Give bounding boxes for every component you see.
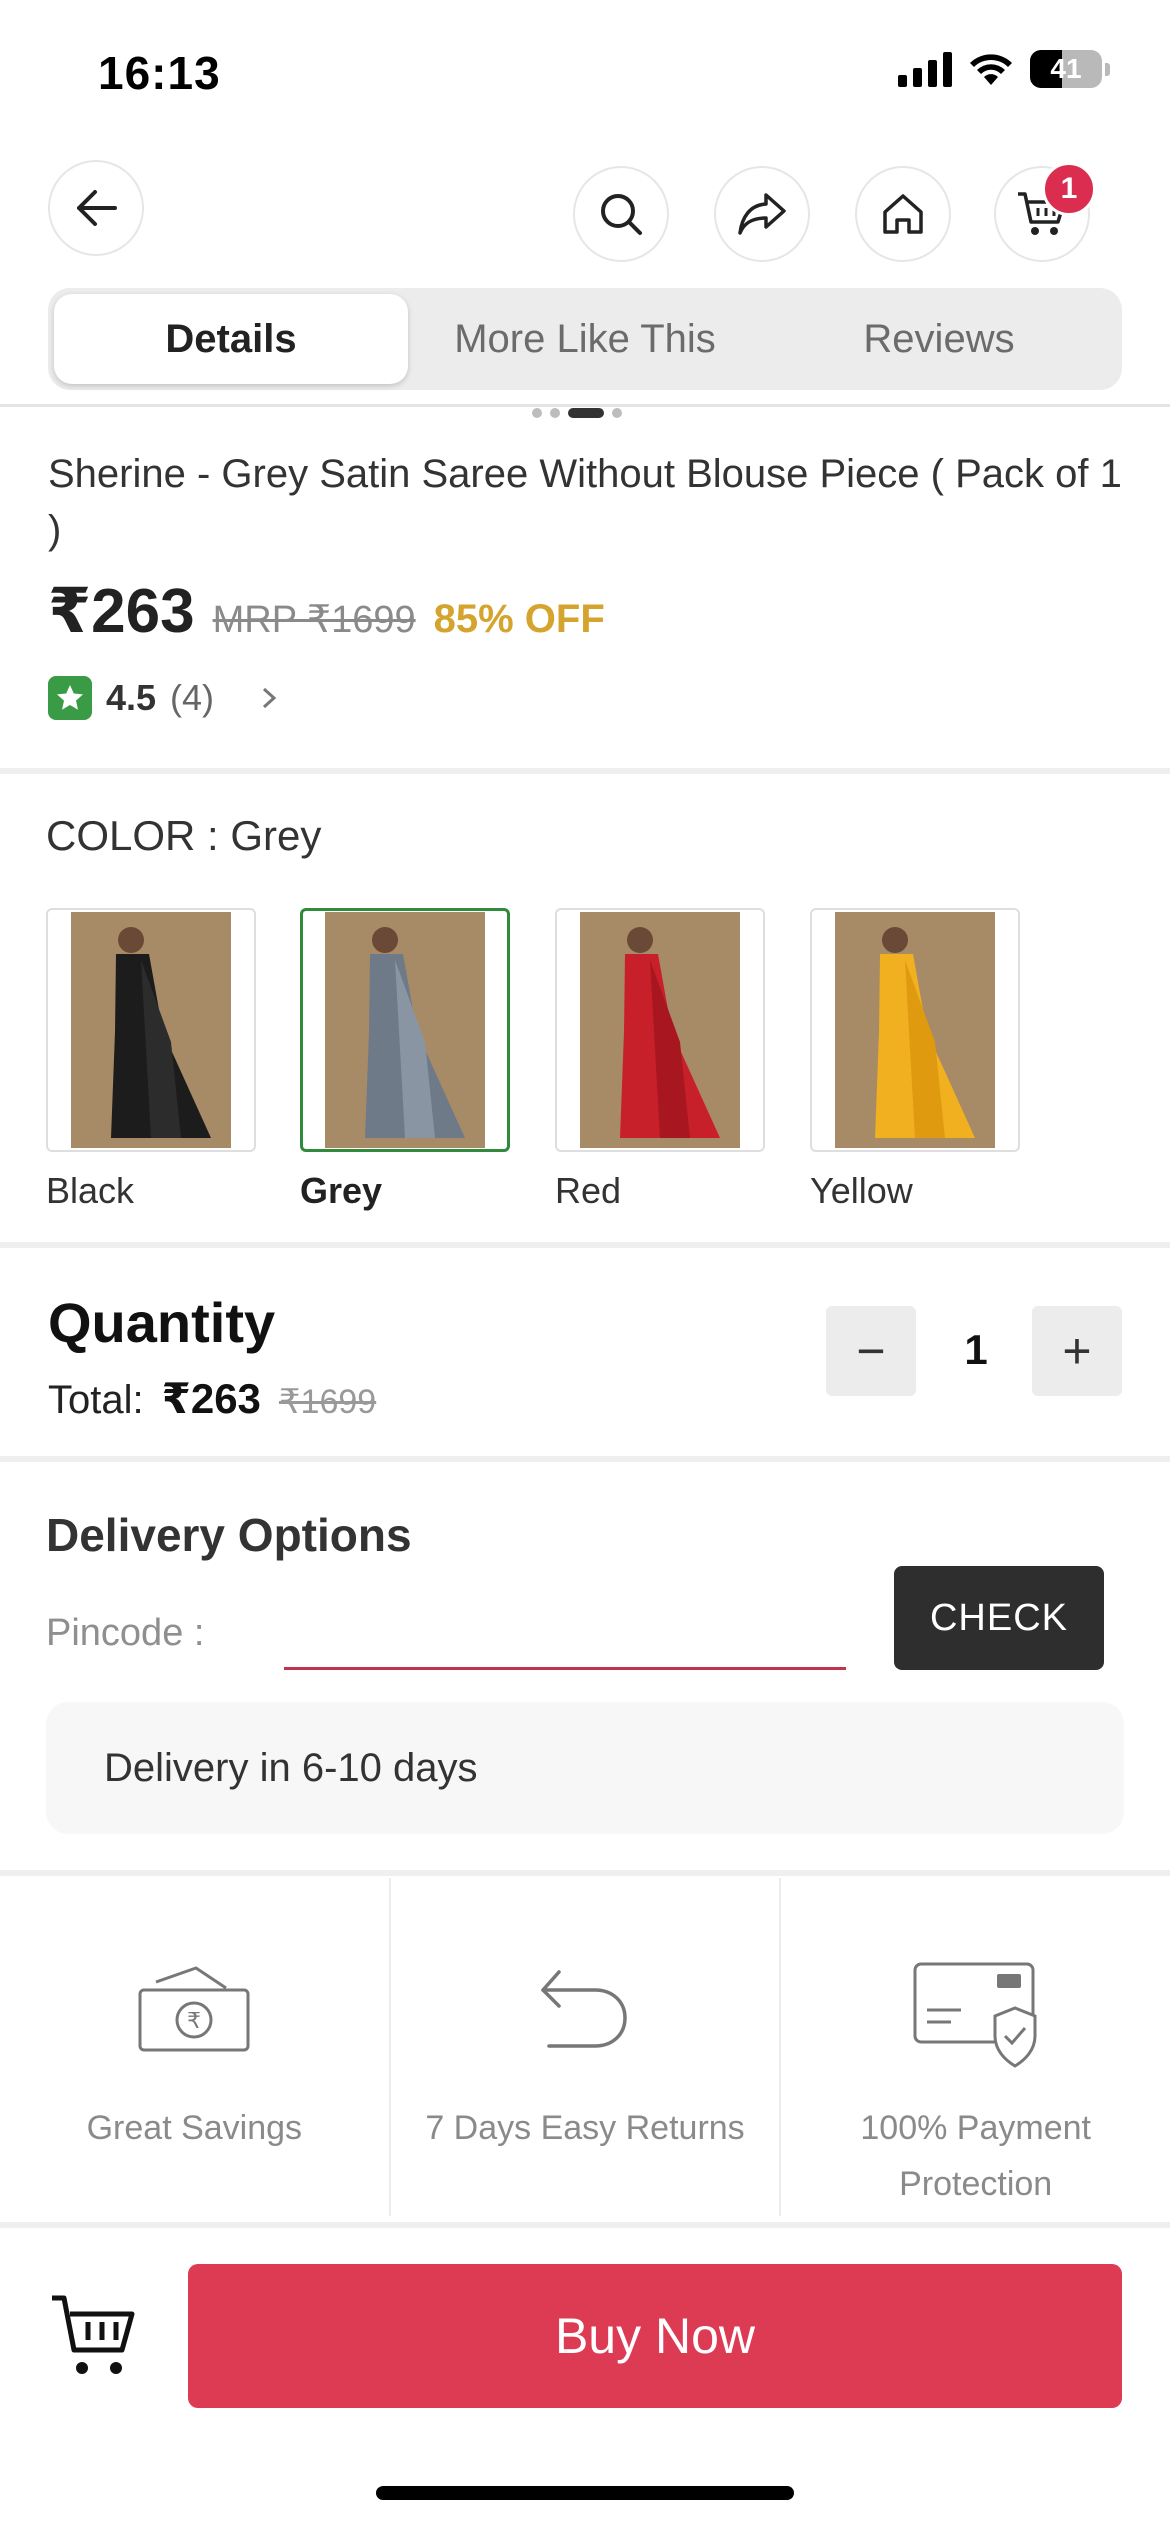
- feature-badges: ₹ Great Savings 7 Days Easy Returns 100%…: [0, 1878, 1170, 2216]
- divider: [0, 1870, 1170, 1876]
- share-button[interactable]: [714, 166, 810, 262]
- total-label: Total:: [48, 1378, 144, 1422]
- saree-thumbnail-grey: [365, 927, 465, 1138]
- check-pincode-button[interactable]: CHECK: [894, 1566, 1104, 1670]
- quantity-increase-button[interactable]: +: [1032, 1306, 1122, 1396]
- status-bar: 16:13 41: [0, 0, 1170, 140]
- delivery-estimate: Delivery in 6-10 days: [46, 1702, 1124, 1834]
- color-name-black: Black: [46, 1170, 135, 1211]
- home-button[interactable]: [855, 166, 951, 262]
- svg-text:₹: ₹: [187, 2009, 201, 2034]
- total-amount: ₹263: [161, 1375, 261, 1422]
- buy-now-button[interactable]: Buy Now: [188, 2264, 1122, 2408]
- divider: [0, 1242, 1170, 1248]
- status-time: 16:13: [98, 47, 221, 99]
- home-indicator: [376, 2486, 794, 2500]
- discount-label: 85% OFF: [433, 597, 605, 641]
- delivery-title: Delivery Options: [46, 1509, 412, 1561]
- color-label: COLOR : Grey: [46, 812, 322, 859]
- selling-price: ₹263: [48, 577, 195, 646]
- saree-thumbnail-black: [111, 927, 211, 1138]
- color-name-yellow: Yellow: [810, 1170, 913, 1211]
- share-icon: [738, 193, 786, 235]
- battery-level: 41: [1050, 53, 1082, 84]
- feature-easy-returns: 7 Days Easy Returns: [391, 1878, 782, 2216]
- color-name-grey: Grey: [300, 1170, 383, 1211]
- back-arrow-icon: [77, 190, 117, 226]
- saree-thumbnail-red: [620, 927, 720, 1138]
- search-button[interactable]: [573, 166, 669, 262]
- cart-badge: 1: [1042, 162, 1096, 216]
- total-row: Total: ₹263 ₹1699: [48, 1374, 376, 1423]
- search-icon: [601, 194, 642, 235]
- tab-bar: Details More Like This Reviews: [48, 288, 1122, 390]
- pincode-input[interactable]: [284, 1588, 846, 1670]
- cellular-signal-icon: [898, 51, 952, 87]
- cash-savings-icon: ₹: [138, 1966, 250, 2052]
- color-swatch-red[interactable]: [555, 908, 765, 1152]
- cart-button[interactable]: 1: [994, 162, 1096, 262]
- saree-thumbnail-yellow: [875, 927, 975, 1138]
- tab-details[interactable]: Details: [54, 294, 408, 384]
- rating-count: (4): [170, 677, 215, 718]
- feature-label: Great Savings: [86, 2109, 303, 2147]
- product-title: Sherine - Grey Satin Saree Without Blous…: [48, 452, 1122, 552]
- quantity-decrease-button[interactable]: −: [826, 1306, 916, 1396]
- total-mrp: ₹1699: [278, 1383, 377, 1421]
- home-icon: [883, 194, 923, 234]
- feature-payment-protection: 100% Payment Protection: [781, 1878, 1170, 2216]
- feature-great-savings: ₹ Great Savings: [0, 1878, 391, 2216]
- divider: [0, 1456, 1170, 1462]
- pincode-label: Pincode :: [46, 1612, 205, 1654]
- rating-value: 4.5: [106, 677, 157, 718]
- wifi-icon: [970, 54, 1012, 85]
- chevron-right-icon: [263, 687, 277, 709]
- quantity-title: Quantity: [48, 1291, 276, 1354]
- back-button[interactable]: [48, 160, 144, 256]
- add-to-cart-icon[interactable]: [50, 2292, 140, 2382]
- quantity-value: 1: [964, 1326, 988, 1373]
- color-swatch-black[interactable]: [46, 908, 256, 1152]
- payment-shield-icon: [913, 1962, 1037, 2068]
- return-arrow-icon: [541, 1970, 627, 2048]
- rating-summary[interactable]: 4.5 (4): [48, 676, 284, 720]
- star-icon: [48, 676, 92, 720]
- color-swatch-grey[interactable]: [300, 908, 510, 1152]
- mrp-price: MRP ₹1699: [212, 599, 416, 641]
- color-name-red: Red: [555, 1170, 622, 1211]
- divider: [0, 768, 1170, 774]
- battery-icon: 41: [1030, 50, 1102, 88]
- divider: [0, 404, 1170, 407]
- feature-label: 100% Payment Protection: [860, 2109, 1091, 2203]
- status-icons: 41: [898, 50, 1110, 88]
- image-carousel-dots: [532, 408, 622, 418]
- price-row: ₹263 MRP ₹1699 85% OFF: [48, 574, 605, 647]
- color-swatch-yellow[interactable]: [810, 908, 1020, 1152]
- tab-reviews[interactable]: Reviews: [762, 294, 1116, 384]
- tab-more-like-this[interactable]: More Like This: [408, 294, 762, 384]
- feature-label: 7 Days Easy Returns: [425, 2109, 745, 2147]
